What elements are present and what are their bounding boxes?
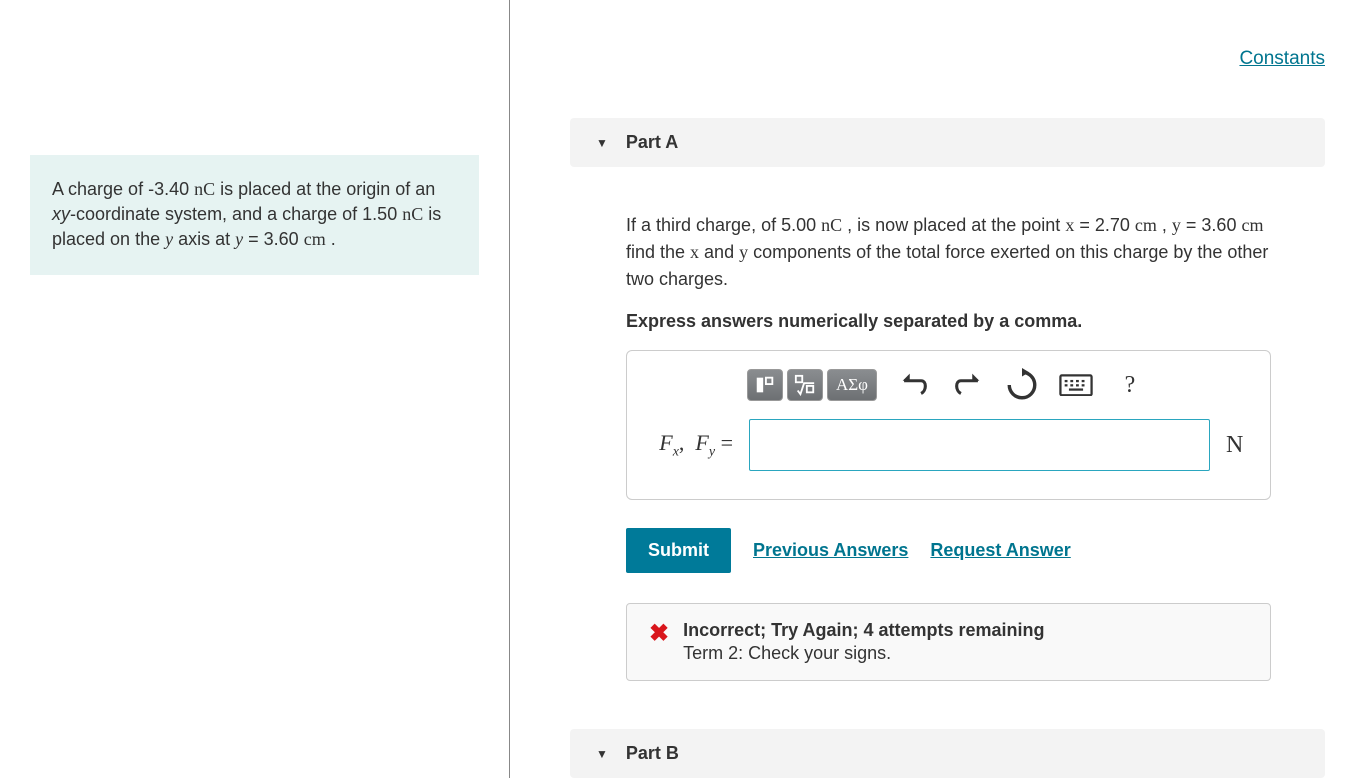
undo-icon[interactable] — [897, 370, 931, 400]
answer-panel: ΑΣφ ? — [626, 350, 1271, 500]
y3-value: 3.60 — [1201, 215, 1236, 235]
template-icon[interactable] — [747, 369, 783, 401]
answer-toolbar: ΑΣφ ? — [647, 369, 1250, 401]
request-answer-link[interactable]: Request Answer — [930, 540, 1070, 561]
previous-answers-link[interactable]: Previous Answers — [753, 540, 908, 561]
part-a-header[interactable]: ▼ Part A — [570, 118, 1325, 167]
radical-icon[interactable] — [787, 369, 823, 401]
x-unit: cm — [1135, 215, 1157, 235]
x-value: 2.70 — [1095, 215, 1130, 235]
feedback-line-2: Term 2: Check your signs. — [683, 643, 1044, 664]
part-a-label: Part A — [626, 132, 678, 153]
incorrect-icon: ✖ — [649, 622, 669, 646]
chevron-down-icon: ▼ — [596, 136, 608, 150]
q3-unit: nC — [821, 215, 842, 235]
answer-input[interactable] — [749, 419, 1210, 471]
part-b-header[interactable]: ▼ Part B — [570, 729, 1325, 778]
q2-value: 1.50 — [362, 204, 397, 224]
q1-unit: nC — [194, 179, 215, 199]
feedback-box: ✖ Incorrect; Try Again; 4 attempts remai… — [626, 603, 1271, 681]
part-a-question: If a third charge, of 5.00 nC , is now p… — [626, 212, 1271, 293]
help-icon[interactable]: ? — [1113, 370, 1147, 400]
constants-link[interactable]: Constants — [1239, 48, 1325, 69]
y-unit: cm — [304, 229, 326, 249]
y-value: 3.60 — [264, 229, 299, 249]
reset-icon[interactable] — [1005, 370, 1039, 400]
q1-value: -3.40 — [148, 179, 189, 199]
redo-icon[interactable] — [951, 370, 985, 400]
y3-unit: cm — [1241, 215, 1263, 235]
keyboard-icon[interactable] — [1059, 370, 1093, 400]
answer-variable-label: Fx, Fy = — [647, 430, 733, 460]
feedback-line-1: Incorrect; Try Again; 4 attempts remaini… — [683, 620, 1044, 641]
problem-text-1: A charge of — [52, 179, 148, 199]
answer-unit: N — [1226, 432, 1250, 459]
part-b-label: Part B — [626, 743, 679, 764]
greek-icon[interactable]: ΑΣφ — [827, 369, 877, 401]
submit-button[interactable]: Submit — [626, 528, 731, 573]
problem-statement: A charge of -3.40 nC is placed at the or… — [30, 155, 479, 275]
q2-unit: nC — [402, 204, 423, 224]
answer-instruction: Express answers numerically separated by… — [626, 311, 1271, 332]
part-a-body: If a third charge, of 5.00 nC , is now p… — [570, 167, 1325, 681]
q3-value: 5.00 — [781, 215, 816, 235]
chevron-down-icon: ▼ — [596, 747, 608, 761]
